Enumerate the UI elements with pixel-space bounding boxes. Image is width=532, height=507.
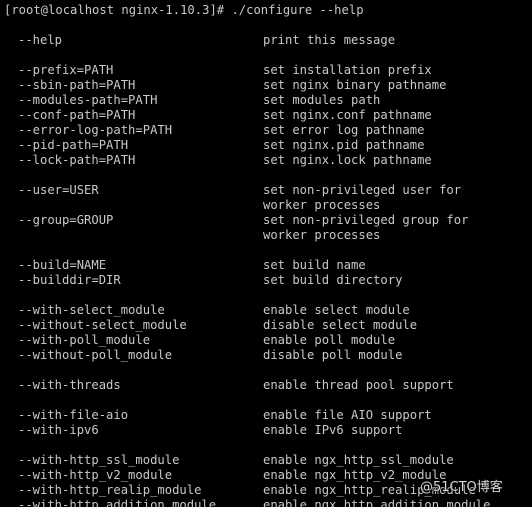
option-description: set non-privileged user for — [263, 183, 462, 197]
terminal-window[interactable]: [root@localhost nginx-1.10.3]# ./configu… — [0, 0, 532, 507]
option-name: --with-ipv6 — [18, 423, 99, 437]
option-name: --with-http_v2_module — [18, 468, 173, 482]
option-name: --without-poll_module — [18, 348, 173, 362]
option-description: set modules path — [263, 93, 381, 107]
option-description: set nginx.lock pathname — [263, 153, 432, 167]
option-description: disable poll module — [263, 348, 403, 362]
option-description: enable file AIO support — [263, 408, 432, 422]
option-description: set nginx binary pathname — [263, 78, 447, 92]
option-name: --conf-path=PATH — [18, 108, 136, 122]
option-description: set non-privileged group for — [263, 213, 469, 227]
option-description: set nginx.conf pathname — [263, 108, 432, 122]
option-name: --user=USER — [18, 183, 99, 197]
option-description: enable thread pool support — [263, 378, 454, 392]
option-description-continued: worker processes — [263, 228, 381, 242]
option-description: enable ngx_http_v2_module — [263, 468, 447, 482]
option-name: --lock-path=PATH — [18, 153, 136, 167]
option-name: --sbin-path=PATH — [18, 78, 136, 92]
option-description: enable IPv6 support — [263, 423, 403, 437]
option-name: --pid-path=PATH — [18, 138, 129, 152]
option-name: --build=NAME — [18, 258, 107, 272]
option-description: enable select module — [263, 303, 410, 317]
option-description-continued: worker processes — [263, 198, 381, 212]
option-name: --without-select_module — [18, 318, 187, 332]
option-description: set installation prefix — [263, 63, 432, 77]
option-description: set build name — [263, 258, 366, 272]
option-name: --with-http_ssl_module — [18, 453, 180, 467]
option-name: --prefix=PATH — [18, 63, 114, 77]
option-name: --with-poll_module — [18, 333, 151, 347]
option-name: --builddir=DIR — [18, 273, 121, 287]
option-description: set build directory — [263, 273, 403, 287]
option-description: enable poll module — [263, 333, 396, 347]
option-name: --error-log-path=PATH — [18, 123, 173, 137]
watermark: @51CTO博客 — [420, 480, 503, 495]
option-name: --modules-path=PATH — [18, 93, 158, 107]
option-description: set error log pathname — [263, 123, 425, 137]
option-description: print this message — [263, 33, 396, 47]
option-name: --group=GROUP — [18, 213, 114, 227]
option-name: --with-http_realip_module — [18, 483, 202, 497]
option-description: disable select module — [263, 318, 418, 332]
option-name: --with-threads — [18, 378, 121, 392]
option-name: --with-http_addition_module — [18, 498, 217, 507]
option-name: --with-file-aio — [18, 408, 129, 422]
option-description: set nginx.pid pathname — [263, 138, 425, 152]
option-description: enable ngx_http_addition_module — [263, 498, 491, 507]
command-prompt: [root@localhost nginx-1.10.3]# ./configu… — [4, 3, 364, 17]
option-name: --help — [18, 33, 63, 47]
option-name: --with-select_module — [18, 303, 165, 317]
option-description: enable ngx_http_ssl_module — [263, 453, 454, 467]
